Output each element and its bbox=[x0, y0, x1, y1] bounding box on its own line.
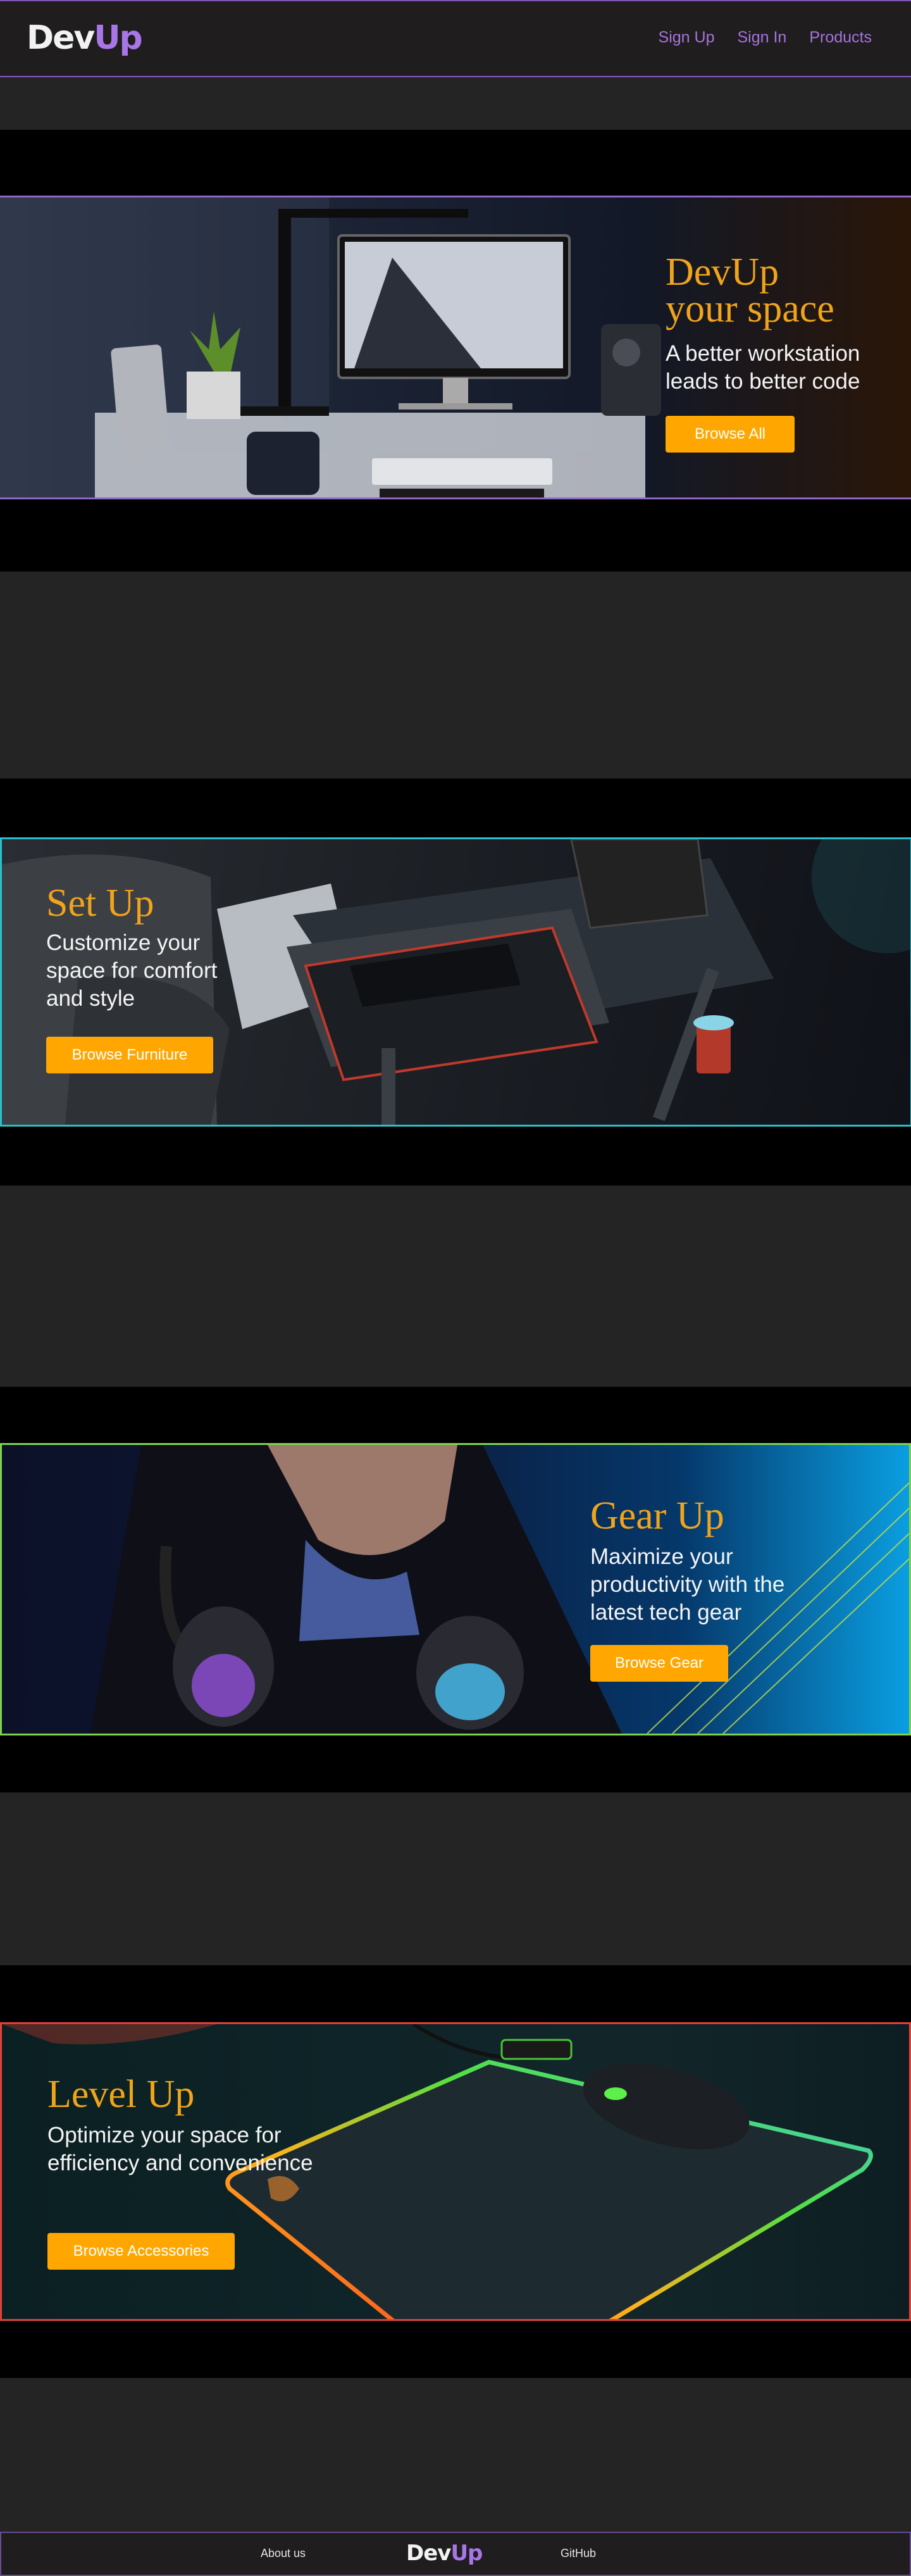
banner-backdrop bbox=[0, 2321, 911, 2378]
levelup-title: Level Up bbox=[47, 2073, 195, 2116]
setup-subtitle: Customize your space for comfort and sty… bbox=[46, 930, 218, 1011]
banner-backdrop bbox=[0, 778, 911, 837]
logo-text-main: Dev bbox=[27, 19, 95, 57]
spacer bbox=[0, 572, 911, 778]
gearup-subtitle: Maximize your productivity with the late… bbox=[590, 1544, 785, 1625]
hero-banner-gearup: Gear Up Maximize your productivity with … bbox=[0, 1443, 911, 1735]
nav-link-products[interactable]: Products bbox=[809, 28, 872, 47]
footer: About us DevUp GitHub bbox=[0, 2532, 911, 2576]
spacer bbox=[0, 77, 911, 130]
footer-github-link[interactable]: GitHub bbox=[561, 2547, 596, 2560]
browse-gear-button[interactable]: Browse Gear bbox=[590, 1645, 728, 1682]
footer-logo-accent: Up bbox=[450, 2541, 483, 2566]
footer-logo-main: Dev bbox=[406, 2541, 451, 2566]
banner-backdrop bbox=[0, 1735, 911, 1792]
hero-subtitle: A better workstation leads to better cod… bbox=[666, 341, 860, 394]
browse-accessories-button[interactable]: Browse Accessories bbox=[47, 2233, 235, 2270]
gearup-title: Gear Up bbox=[590, 1494, 724, 1537]
footer-about-link[interactable]: About us bbox=[261, 2547, 306, 2560]
spacer bbox=[0, 1185, 911, 1387]
levelup-subtitle: Optimize your space for efficiency and c… bbox=[47, 2123, 313, 2175]
spacer bbox=[0, 1792, 911, 1965]
footer-logo-link[interactable]: DevUp bbox=[406, 2541, 483, 2566]
browse-all-button[interactable]: Browse All bbox=[666, 416, 795, 453]
banner-backdrop bbox=[0, 499, 911, 572]
logo-text-accent: Up bbox=[94, 19, 142, 57]
navbar: DevUp Sign Up Sign In Products bbox=[0, 0, 911, 77]
browse-furniture-button[interactable]: Browse Furniture bbox=[46, 1037, 213, 1073]
banner-backdrop bbox=[0, 130, 911, 196]
hero-title: DevUp your space bbox=[666, 251, 834, 330]
banner-backdrop bbox=[0, 1127, 911, 1185]
hero-title-line2: your space bbox=[666, 287, 834, 330]
spacer bbox=[0, 2378, 911, 2532]
hero-banner-devup: DevUp your space A better workstation lea… bbox=[0, 196, 911, 499]
nav-links: Sign Up Sign In Products bbox=[659, 28, 872, 47]
hero-banner-levelup: Level Up Optimize your space for efficie… bbox=[0, 2022, 911, 2321]
hero-banner-setup: Set Up Customize your space for comfort … bbox=[0, 837, 911, 1127]
logo-link[interactable]: DevUp bbox=[27, 18, 143, 58]
nav-link-sign-in[interactable]: Sign In bbox=[737, 28, 786, 47]
hero-title-line1: DevUp bbox=[666, 251, 779, 294]
nav-link-sign-up[interactable]: Sign Up bbox=[659, 28, 715, 47]
setup-title: Set Up bbox=[46, 882, 154, 925]
banner-backdrop bbox=[0, 1965, 911, 2022]
banner-backdrop bbox=[0, 1387, 911, 1443]
